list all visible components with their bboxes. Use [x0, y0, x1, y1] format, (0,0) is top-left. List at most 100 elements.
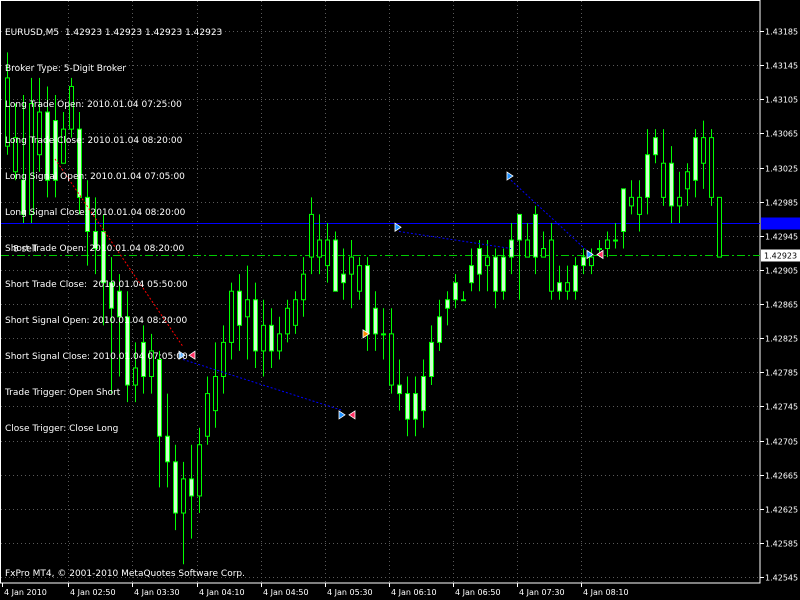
candle	[605, 239, 610, 250]
candle	[381, 333, 386, 336]
candle	[637, 196, 642, 215]
y-tick-label: 1.43025	[765, 165, 798, 174]
candle	[413, 393, 418, 420]
candle	[389, 333, 394, 386]
candle	[189, 478, 194, 497]
y-tick-label: 1.42705	[765, 438, 798, 447]
y-tick-label: 1.42945	[765, 233, 798, 242]
x-tick-label: 4 Jan 04:10	[199, 588, 245, 597]
candle	[309, 213, 314, 258]
buy-arrow	[506, 171, 514, 181]
candle	[397, 384, 402, 395]
x-tick-label: 4 Jan 08:10	[583, 588, 629, 597]
candle	[485, 256, 490, 267]
candle	[405, 393, 410, 420]
y-tick-label: 1.43065	[765, 130, 798, 139]
candle	[325, 239, 330, 267]
candle	[277, 333, 282, 352]
candle	[453, 282, 458, 301]
candle	[317, 239, 322, 258]
y-tick-label: 1.42585	[765, 540, 798, 549]
y-tick-label: 1.43105	[765, 96, 798, 105]
candle	[581, 256, 586, 267]
trade-line	[398, 230, 512, 250]
candle	[717, 196, 722, 258]
candle	[533, 213, 538, 258]
candle	[565, 282, 570, 292]
candle	[365, 265, 370, 335]
candle	[701, 137, 706, 164]
sell-arrow	[348, 410, 356, 420]
y-tick-label: 1.42785	[765, 369, 798, 378]
x-tick-label: 4 Jan 06:50	[455, 588, 501, 597]
candle	[693, 137, 698, 181]
x-tick-label: 4 Jan 06:10	[391, 588, 437, 597]
info-short-signal-open: Short Signal Open: 2010.01.04 08:20:00	[5, 316, 188, 326]
candle	[685, 171, 690, 190]
ask-price-tag	[761, 217, 800, 230]
candle	[421, 376, 426, 412]
info-long-signal-open: Long Signal Open: 2010.01.04 07:05:00	[5, 172, 185, 182]
y-tick-label: 1.43145	[765, 62, 798, 71]
chart-header: EURUSD,M5 1.42923 1.42923 1.42923 1.4292…	[5, 28, 223, 38]
buy-arrow	[338, 410, 346, 420]
candle	[461, 299, 466, 302]
info-trade-trigger: Trade Trigger: Open Short	[5, 388, 121, 398]
y-tick-label: 1.43185	[765, 28, 798, 37]
candle	[181, 478, 186, 514]
candle	[525, 239, 530, 258]
candle	[629, 196, 634, 207]
candle	[237, 290, 242, 326]
candle	[621, 188, 626, 232]
candle	[349, 256, 354, 275]
candle	[229, 290, 234, 343]
x-tick-label: 4 Jan 05:30	[327, 588, 373, 597]
y-tick-label: 1.42745	[765, 403, 798, 412]
info-panel: EURUSD,M5 1.42923 1.42923 1.42923 1.4292…	[5, 3, 222, 459]
info-long-trade-close: Long Trade Close: 2010.01.04 08:20:00	[5, 136, 183, 146]
candle	[613, 239, 618, 242]
buy-arrow	[394, 222, 402, 232]
info-close-trigger: Close Trigger: Close Long	[5, 424, 119, 434]
candle	[173, 461, 178, 514]
copyright-text: FxPro MT4, © 2001-2010 MetaQuotes Softwa…	[5, 569, 245, 579]
candle	[597, 248, 602, 251]
info-short-trade-open: Short Trade Open: 2010.01.04 08:20:00	[5, 244, 185, 254]
candle	[445, 299, 450, 309]
candle	[645, 154, 650, 198]
y-tick-label: 1.42985	[765, 199, 798, 208]
candle	[557, 282, 562, 292]
x-tick-label: 4 Jan 07:30	[519, 588, 565, 597]
candle	[285, 307, 290, 335]
chart-window: 1.43185 1.43145 1.43105 1.43065 1.43025 1.429…	[0, 0, 800, 600]
candle	[661, 162, 666, 198]
candle	[477, 248, 482, 275]
current-price-label: 1.42923	[764, 252, 797, 261]
candle	[373, 307, 378, 335]
candle	[653, 137, 658, 156]
candle	[253, 299, 258, 352]
candle	[493, 256, 498, 292]
x-tick-label: 4 Jan 2010	[4, 588, 47, 597]
candle	[261, 324, 266, 352]
x-tick-label: 4 Jan 03:30	[134, 588, 180, 597]
y-tick-label: 1.42865	[765, 301, 798, 310]
candle	[429, 341, 434, 378]
candle	[269, 324, 274, 352]
candle	[573, 265, 578, 292]
candle	[301, 273, 306, 301]
candle	[541, 248, 546, 258]
candle	[669, 162, 674, 207]
y-tick-label: 1.42545	[765, 574, 798, 583]
info-short-trade-close: Short Trade Close: 2010.01.04 05:50:00	[5, 280, 188, 290]
x-tick-label: 4 Jan 04:50	[263, 588, 309, 597]
candle	[333, 239, 338, 292]
x-tick-label: 4 Jan 02:50	[70, 588, 116, 597]
y-tick-label: 1.42905	[765, 267, 798, 276]
y-tick-label: 1.42665	[765, 472, 798, 481]
candle	[341, 273, 346, 284]
candle	[245, 299, 250, 318]
candle	[549, 239, 554, 292]
info-long-signal-close: Long Signal Close: 2010.01.04 08:20:00	[5, 208, 186, 218]
y-tick-label: 1.42625	[765, 506, 798, 515]
